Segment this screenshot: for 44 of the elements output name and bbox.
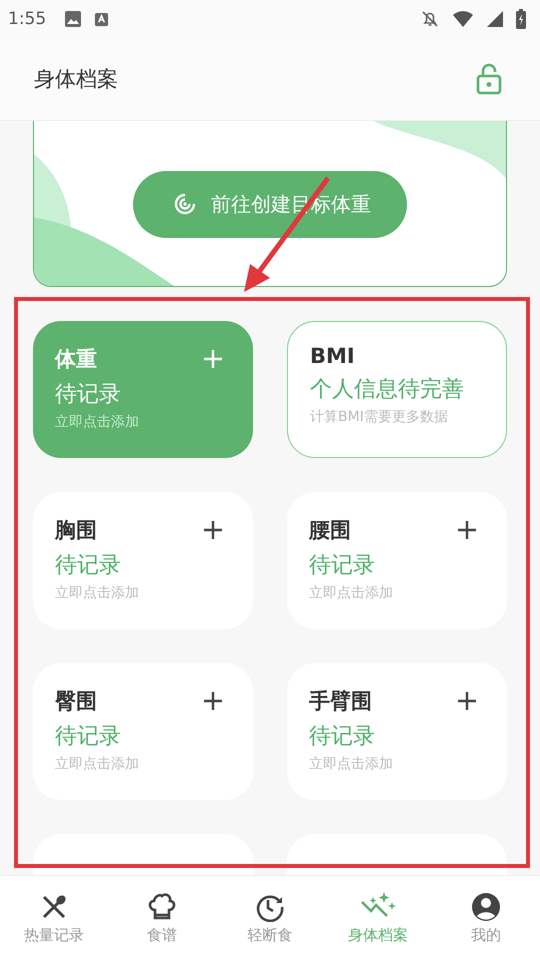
bmi-card[interactable]: BMI 个人信息待完善 计算BMI需要更多数据	[287, 321, 507, 458]
battery-charging-icon	[516, 9, 526, 29]
image-icon	[64, 10, 82, 28]
metric-card[interactable]: 手臂围 待记录 立即点击添加	[287, 663, 507, 800]
status-time: 1:55	[8, 9, 46, 29]
nav-tab[interactable]: 身体档案	[324, 876, 432, 960]
metric-card[interactable]: 胸围 待记录 立即点击添加	[33, 492, 253, 629]
plus-icon[interactable]	[203, 691, 223, 711]
nav-tab[interactable]: 食谱	[108, 876, 216, 960]
metric-card[interactable]: 腰围 待记录 立即点击添加	[287, 492, 507, 629]
card-title: BMI	[310, 344, 355, 368]
target-icon	[173, 192, 197, 216]
page-title: 身体档案	[34, 66, 118, 93]
metric-card[interactable]: 体重 待记录 立即点击添加	[33, 321, 253, 458]
card-title: 臀围	[55, 688, 97, 715]
nav-tab[interactable]: 我的	[432, 876, 540, 960]
nav-tab[interactable]: 轻断食	[216, 876, 324, 960]
card-hint: 计算BMI需要更多数据	[310, 408, 449, 426]
card-hint: 立即点击添加	[55, 413, 140, 431]
card-title: 体重	[55, 346, 97, 373]
card-hint: 立即点击添加	[55, 755, 140, 773]
card-status: 个人信息待完善	[310, 376, 465, 404]
card-hint: 立即点击添加	[309, 584, 394, 602]
keyboard-a-icon	[94, 12, 110, 26]
card-title: 胸围	[55, 517, 97, 544]
card-hint: 立即点击添加	[55, 584, 140, 602]
card-status: 待记录	[55, 552, 122, 580]
profile-icon	[471, 892, 501, 922]
wifi-icon	[452, 10, 474, 28]
plus-icon[interactable]	[457, 520, 477, 540]
metric-card[interactable]: 臀围 待记录 立即点击添加	[33, 663, 253, 800]
card-status: 待记录	[55, 723, 122, 751]
card-status: 待记录	[309, 552, 376, 580]
chef-hat-icon	[146, 892, 178, 922]
bell-off-icon	[420, 9, 440, 29]
plus-icon[interactable]	[457, 691, 477, 711]
plus-icon[interactable]	[203, 520, 223, 540]
card-title: 手臂围	[309, 688, 372, 715]
card-status: 待记录	[55, 381, 122, 409]
card-title: 腰围	[309, 517, 351, 544]
card-hint: 立即点击添加	[309, 755, 394, 773]
signal-icon	[486, 10, 504, 28]
nav-tab[interactable]: 热量记录	[0, 876, 108, 960]
card-status: 待记录	[309, 723, 376, 751]
